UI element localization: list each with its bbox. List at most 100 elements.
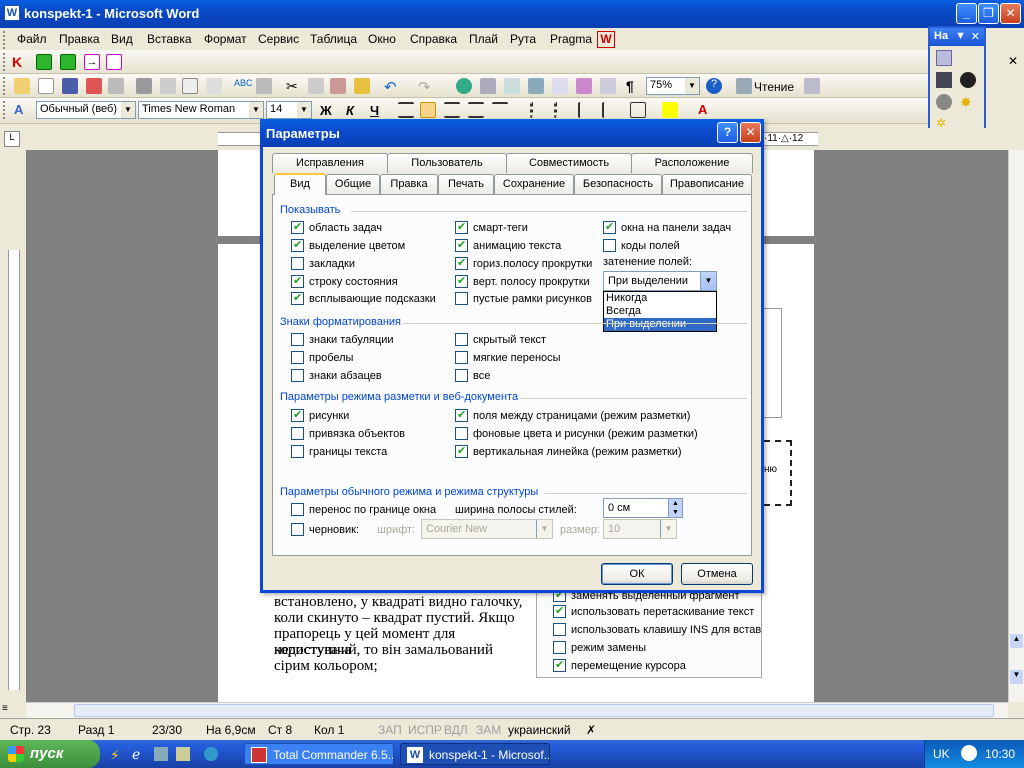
checkbox-icon[interactable] xyxy=(291,291,304,305)
status-ext[interactable]: ВДЛ xyxy=(444,723,468,737)
normal-view-icon[interactable]: ≡ xyxy=(2,703,8,714)
menu-help[interactable]: Справка xyxy=(410,32,457,46)
tab-compatibility[interactable]: Совместимость xyxy=(506,153,632,173)
align-left-icon[interactable] xyxy=(398,102,414,118)
tab-revisions[interactable]: Исправления xyxy=(272,153,388,173)
clock[interactable]: 10:30 xyxy=(985,747,1015,761)
checkbox-icon[interactable] xyxy=(291,408,304,422)
tab-view[interactable]: Вид xyxy=(274,173,326,195)
floating-toolbar-title[interactable]: На ▼ ✕ xyxy=(930,28,984,46)
dropdown-option-always[interactable]: Всегда xyxy=(604,305,716,318)
checkbox-text-boundaries[interactable]: границы текста xyxy=(291,445,387,458)
chevron-down-icon[interactable]: ▼ xyxy=(121,102,135,118)
checkbox-smart-tags[interactable]: смарт-теги xyxy=(455,220,528,234)
checkbox-drawings[interactable]: рисунки xyxy=(291,408,349,422)
checkbox-hscroll[interactable]: гориз.полосу прокрутки xyxy=(455,256,592,270)
status-ovr[interactable]: ЗАМ xyxy=(476,723,501,737)
brightness-icon[interactable]: ✸ xyxy=(960,94,976,110)
checkbox-object-anchors[interactable]: привязка объектов xyxy=(291,427,405,440)
checkbox-icon[interactable] xyxy=(291,274,304,288)
chevron-down-icon[interactable]: ▼ xyxy=(249,102,263,118)
checkbox-icon[interactable] xyxy=(603,220,616,234)
status-trk[interactable]: ИСПР xyxy=(408,723,442,737)
style-combo[interactable]: Обычный (веб) ▼ xyxy=(36,101,136,119)
checkbox-bookmarks[interactable]: закладки xyxy=(291,257,355,270)
checkbox-status-bar[interactable]: строку состояния xyxy=(291,274,398,288)
checkbox-hidden-text[interactable]: скрытый текст xyxy=(455,333,546,346)
checkbox-icon[interactable] xyxy=(603,239,616,252)
chevron-down-icon[interactable]: ▼ xyxy=(955,30,966,42)
chevron-down-icon[interactable]: ▼ xyxy=(700,272,716,290)
highlight-icon[interactable] xyxy=(662,102,678,118)
checkbox-paragraph-marks[interactable]: знаки абзацев xyxy=(291,369,382,382)
maximize-button[interactable]: ❐ xyxy=(978,3,999,24)
close-window-button[interactable]: ✕ xyxy=(1000,3,1021,24)
redo-icon[interactable]: ↷ xyxy=(418,78,434,96)
dropdown-option-when-selected[interactable]: При выделении xyxy=(604,318,716,331)
checkbox-icon[interactable] xyxy=(291,257,304,270)
less-contrast-icon[interactable] xyxy=(936,94,952,110)
menu-play[interactable]: Плай xyxy=(469,32,498,46)
checkbox-highlight[interactable]: выделение цветом xyxy=(291,238,405,252)
quicklaunch-icon[interactable] xyxy=(176,747,190,761)
checkbox-icon[interactable] xyxy=(291,238,304,252)
checkbox-windows-taskbar[interactable]: окна на панели задач xyxy=(603,220,731,234)
drawing-icon[interactable] xyxy=(576,78,592,94)
word-app-icon[interactable]: W xyxy=(4,5,20,21)
language-indicator[interactable]: UK xyxy=(933,747,950,761)
spinner-icon[interactable]: ▲ ▼ xyxy=(668,499,682,517)
green-dot-icon[interactable] xyxy=(60,54,76,70)
bullets-icon[interactable] xyxy=(554,102,570,118)
tab-file-locations[interactable]: Расположение xyxy=(631,153,753,173)
document-line-2[interactable]: коли скинуто – квадрат пустий. Якщо xyxy=(274,610,526,626)
research-book-icon[interactable] xyxy=(256,78,272,94)
menu-pragma[interactable]: Pragma xyxy=(550,32,592,46)
taskbar-item-total-commander[interactable]: Total Commander 6.5... xyxy=(244,743,394,765)
document-line-1[interactable]: встановлено, у квадраті видно галочку, xyxy=(274,594,526,610)
preview-icon[interactable] xyxy=(182,78,198,94)
green-diamond-icon[interactable] xyxy=(36,54,52,70)
checkbox-icon[interactable] xyxy=(455,274,468,288)
save-icon[interactable] xyxy=(62,78,78,94)
open-icon[interactable] xyxy=(14,78,30,94)
menu-view[interactable]: Вид xyxy=(111,32,133,46)
menu-window[interactable]: Окно xyxy=(368,32,396,46)
checkbox-icon[interactable] xyxy=(291,427,304,440)
numbering-icon[interactable] xyxy=(530,102,546,118)
close-doc-button[interactable]: ✕ xyxy=(1008,54,1018,68)
justify-icon[interactable] xyxy=(468,102,484,118)
tab-save[interactable]: Сохранение xyxy=(494,174,574,194)
page-icon[interactable] xyxy=(206,78,222,94)
black-diamond-icon[interactable] xyxy=(106,54,122,70)
tables-borders-icon[interactable] xyxy=(480,78,496,94)
help-icon[interactable]: ? xyxy=(706,78,722,94)
checkbox-all-marks[interactable]: все xyxy=(455,369,490,382)
checkbox-icon[interactable] xyxy=(455,408,468,422)
checkbox-tab-chars[interactable]: знаки табуляции xyxy=(291,333,394,346)
checkbox-icon[interactable] xyxy=(455,256,468,270)
field-shading-dropdown[interactable]: Никогда Всегда При выделении xyxy=(603,291,717,332)
paste-icon[interactable] xyxy=(330,78,346,94)
read-icon[interactable] xyxy=(736,78,752,94)
checkbox-vscroll[interactable]: верт. полосу прокрутки xyxy=(455,274,590,288)
picture-icon[interactable] xyxy=(936,50,952,66)
quicklaunch-icon[interactable] xyxy=(204,747,218,761)
checkbox-wrap-to-window[interactable]: перенос по границе окна xyxy=(291,503,436,516)
toolbar-grip[interactable] xyxy=(3,101,7,119)
ie-icon[interactable]: ℯ xyxy=(132,746,140,763)
menu-insert[interactable]: Вставка xyxy=(147,32,192,46)
checkbox-icon[interactable] xyxy=(291,220,304,234)
tab-user[interactable]: Пользователь xyxy=(387,153,507,173)
reading-mode-button[interactable]: Чтение xyxy=(754,80,794,94)
print-preview-icon[interactable] xyxy=(108,78,124,94)
doc-map-icon[interactable] xyxy=(600,78,616,94)
status-language[interactable]: украинский xyxy=(508,723,571,737)
document-line-4[interactable]: недоступний, то він замальований xyxy=(274,642,526,658)
dialog-help-button[interactable]: ? xyxy=(717,122,738,143)
print-icon[interactable] xyxy=(136,78,152,94)
align-center-icon[interactable] xyxy=(420,102,436,118)
checkbox-icon[interactable] xyxy=(291,445,304,458)
increase-indent-icon[interactable] xyxy=(602,102,618,118)
columns-icon[interactable] xyxy=(552,78,568,94)
status-rec[interactable]: ЗАП xyxy=(378,723,402,737)
